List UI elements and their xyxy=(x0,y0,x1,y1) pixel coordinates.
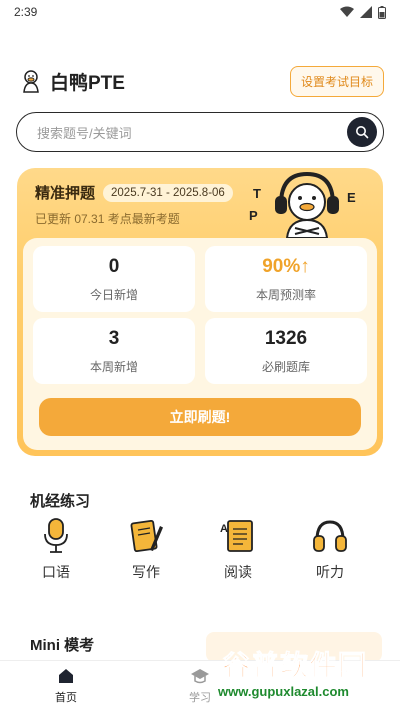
microphone-icon xyxy=(44,518,68,553)
tab-label: 学习 xyxy=(189,692,211,704)
prediction-title: 精准押题 xyxy=(35,185,96,202)
tab-home[interactable]: 首页 xyxy=(36,667,96,705)
practice-label: 听力 xyxy=(316,564,344,580)
graduation-cap-icon xyxy=(191,669,209,684)
search-button[interactable] xyxy=(347,117,377,147)
stat-value: 1326 xyxy=(264,327,308,349)
mini-exam-section-title: Mini 模考 xyxy=(30,637,95,654)
practice-label: 写作 xyxy=(132,564,160,580)
notebook-pen-icon xyxy=(130,519,163,553)
practice-label: 阅读 xyxy=(224,564,252,580)
signal-icon xyxy=(360,6,372,18)
app-title: 白鸭PTE xyxy=(50,72,125,94)
updated-text: 已更新 07.31 考点最新考题 xyxy=(35,212,180,226)
battery-icon xyxy=(378,5,386,19)
status-bar: 2:39 xyxy=(0,0,400,24)
brand: 白鸭PTE xyxy=(18,68,125,95)
practice-item-reading[interactable]: A 阅读 xyxy=(208,516,268,582)
stat-weekly-prediction-rate[interactable]: 90%↑ 本周预测率 xyxy=(205,246,367,312)
tab-label: 首页 xyxy=(55,692,77,704)
stat-label: 今日新增 xyxy=(89,287,138,302)
stat-value: 0 xyxy=(108,255,120,277)
practice-label: 口语 xyxy=(42,564,70,580)
wifi-icon xyxy=(340,6,354,17)
stats-panel: 0 今日新增 90%↑ 本周预测率 3 本周新增 1326 必刷题库 立即刷题! xyxy=(23,238,377,450)
practice-grid: 口语 写作 A 阅读 听力 xyxy=(0,516,400,588)
stat-weekly-new[interactable]: 3 本周新增 xyxy=(33,318,195,384)
watermark: 谷普软件园 www.gupuxlazal.com xyxy=(214,644,394,708)
stat-value: 3 xyxy=(108,327,120,349)
search-icon xyxy=(356,126,369,139)
date-range-badge: 2025.7-31 - 2025.8-06 xyxy=(103,183,233,202)
watermark-text: 谷普软件园 xyxy=(221,650,368,682)
app-header: 白鸭PTE 设置考试目标 xyxy=(18,65,384,97)
practice-item-speaking[interactable]: 口语 xyxy=(26,516,86,582)
mascot-letter: T xyxy=(253,186,261,201)
stat-value: 90%↑ xyxy=(262,255,310,277)
prediction-card: 精准押题 2025.7-31 - 2025.8-06 已更新 07.31 考点最… xyxy=(17,168,383,456)
home-icon xyxy=(59,669,73,683)
stat-label: 必刷题库 xyxy=(261,359,310,374)
stat-today-new[interactable]: 0 今日新增 xyxy=(33,246,195,312)
mascot-letter: E xyxy=(347,190,356,205)
status-time: 2:39 xyxy=(14,5,38,19)
status-icons xyxy=(340,5,386,19)
practice-item-listening[interactable]: 听力 xyxy=(300,516,360,582)
duck-logo-icon xyxy=(23,70,39,93)
search-bar[interactable]: 搜索题号/关键词 xyxy=(16,112,384,152)
practice-item-writing[interactable]: 写作 xyxy=(116,516,176,582)
mascot-letter: P xyxy=(249,208,258,223)
set-exam-target-button[interactable]: 设置考试目标 xyxy=(289,65,384,97)
watermark-url: www.gupuxlazal.com xyxy=(218,684,349,699)
prediction-card-header: 精准押题 2025.7-31 - 2025.8-06 xyxy=(35,182,233,203)
practice-section-title: 机经练习 xyxy=(30,493,91,510)
svg-text:A: A xyxy=(220,523,228,535)
reading-doc-icon: A xyxy=(220,520,253,552)
search-input[interactable]: 搜索题号/关键词 xyxy=(37,123,132,142)
duck-headphones-mascot-icon: T P E xyxy=(249,171,356,238)
stat-must-do-bank[interactable]: 1326 必刷题库 xyxy=(205,318,367,384)
headphones-icon xyxy=(313,520,347,552)
stat-label: 本周预测率 xyxy=(255,287,316,302)
stat-label: 本周新增 xyxy=(89,359,138,374)
start-practice-button[interactable]: 立即刷题! xyxy=(39,398,361,436)
